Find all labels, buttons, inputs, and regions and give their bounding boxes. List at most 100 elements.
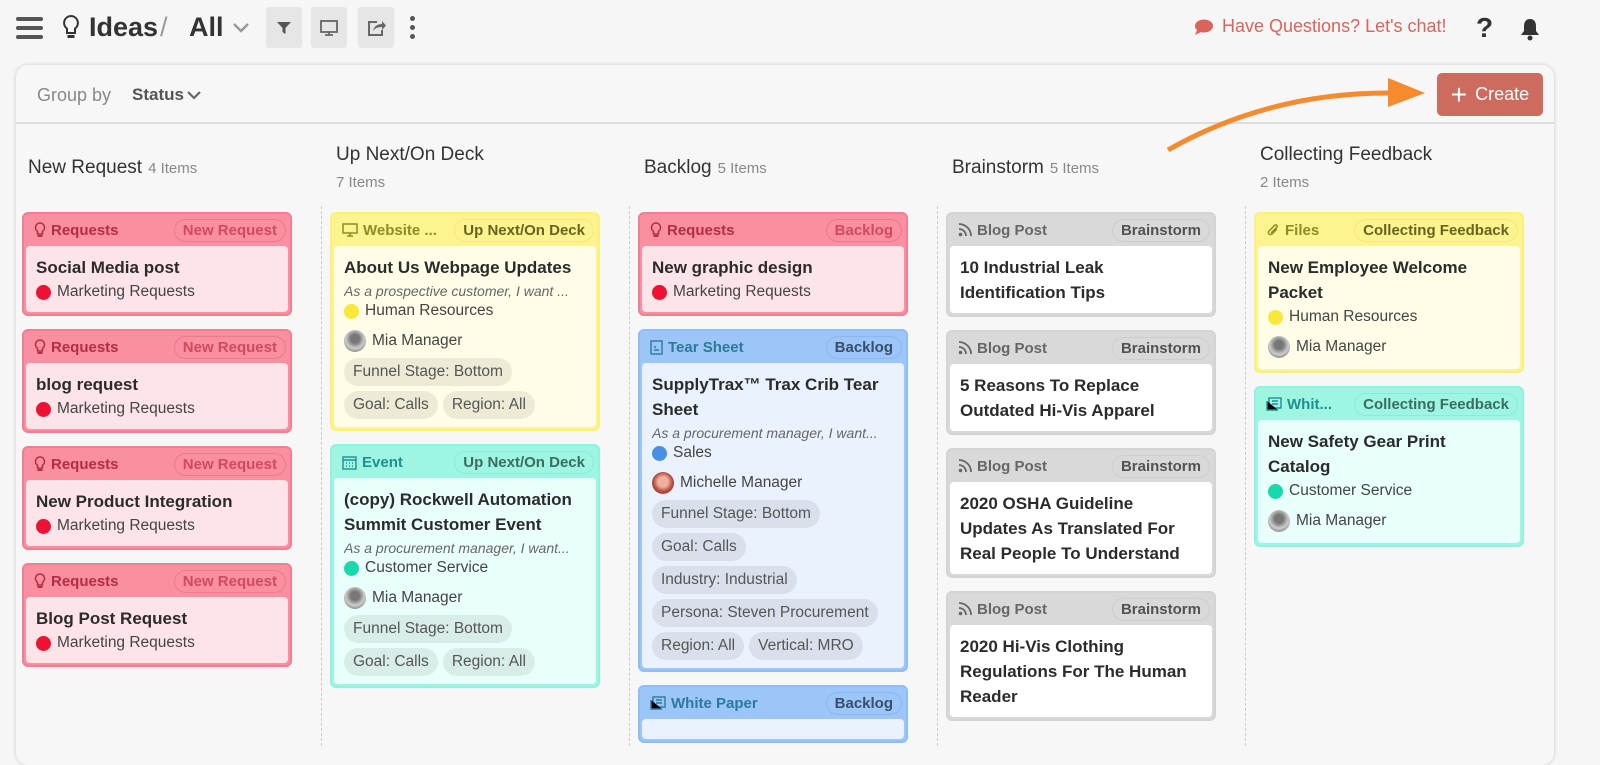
column-title: New Request [28,157,143,178]
lightbulb-icon [63,14,79,38]
card-type-label: Requests [51,455,119,473]
department: Marketing Requests [652,283,894,301]
idea-card[interactable]: Website ... Up Next/On Deck About Us Webpa… [330,212,600,431]
card-header: Requests New Request [26,214,288,246]
department-label: Human Resources [1289,308,1418,325]
card-title: About Us Webpage Updates [344,258,572,277]
menu-icon[interactable] [16,17,43,39]
top-bar: Ideas / All Have Questions? Let's chat! … [0,0,1600,58]
department-dot-icon [652,284,667,300]
idea-card[interactable]: Files Collecting Feedback New Employee Wel… [1254,212,1524,373]
card-type-label: Tear Sheet [668,338,744,356]
card-list: Requests Backlog New graphic design Marketi… [632,212,940,743]
card-type-label: Requests [51,221,119,239]
department-dot-icon [344,560,359,576]
tag[interactable]: Region: All [442,391,535,419]
card-title: 2020 OSHA Guideline Updates As Translate… [960,494,1180,563]
card-type-label: Blog Post [977,457,1047,475]
department-label: Marketing Requests [57,283,195,300]
tag[interactable]: Funnel Stage: Bottom [344,615,512,643]
rss-icon [958,459,972,473]
board-column: New Request 4 Items Requests New Request Soc… [16,126,324,746]
status-badge: New Request [173,569,286,593]
department: Marketing Requests [36,400,278,418]
department: Sales [652,444,894,462]
idea-card[interactable]: Blog Post Brainstorm 10 Industrial Leak Id… [946,212,1216,317]
tag[interactable]: Funnel Stage: Bottom [344,358,512,386]
group-by-select[interactable]: Status [132,85,201,105]
column-title: Backlog [644,157,712,178]
tag[interactable]: Goal: Calls [344,391,438,419]
department-dot-icon [1268,483,1283,499]
idea-card[interactable]: Requests New Request Social Media post Mark… [22,212,292,316]
create-button[interactable]: + Create [1437,73,1543,116]
breadcrumb-ideas[interactable]: Ideas [89,12,158,43]
status-badge: Backlog [825,335,902,359]
idea-card[interactable]: Tear Sheet Backlog SupplyTrax™ Trax Crib T… [638,329,908,672]
bulb-icon [34,573,46,589]
status-badge: Backlog [825,218,902,242]
card-body: New Employee Welcome Packet Human Resourc… [1258,246,1520,369]
doc-icon [650,339,663,355]
card-header: Whit... Collecting Feedback [1258,388,1520,420]
idea-card[interactable]: Whit... Collecting Feedback New Safety Gea… [1254,386,1524,547]
idea-card[interactable]: Requests New Request Blog Post Request Mark… [22,563,292,667]
column-header: Brainstorm 5 Items [940,126,1248,212]
card-list: Website ... Up Next/On Deck About Us Webpa… [324,212,632,688]
idea-card[interactable]: White Paper Backlog [638,685,908,743]
breadcrumb-view[interactable]: All [189,12,224,43]
more-options-icon[interactable] [410,16,416,39]
paper-icon [650,696,666,710]
card-body: 2020 Hi-Vis Clothing Regulations For The… [950,625,1212,717]
help-icon[interactable]: ? [1476,12,1493,44]
card-description: As a procurement manager, I want... [344,540,570,556]
present-button[interactable] [311,7,347,48]
paperclip-icon [1266,223,1280,238]
filter-button[interactable] [266,7,302,48]
card-type: Blog Post [958,340,1047,357]
idea-card[interactable]: Blog Post Brainstorm 5 Reasons To Replace … [946,330,1216,435]
department: Marketing Requests [36,517,278,535]
tag[interactable]: Goal: Calls [344,648,438,676]
idea-card[interactable]: Blog Post Brainstorm 2020 Hi-Vis Clothing … [946,591,1216,721]
tag[interactable]: Industry: Industrial [652,566,797,594]
paper-icon [1266,397,1282,411]
avatar [652,472,674,494]
card-body: New Product Integration Marketing Request… [26,480,288,546]
rss-icon [958,341,972,355]
idea-card[interactable]: Requests Backlog New graphic design Marketi… [638,212,908,316]
column-count: 7 Items [336,174,386,191]
column-count: 2 Items [1260,174,1310,191]
owner: Mia Manager [344,330,586,352]
card-list: Blog Post Brainstorm 10 Industrial Leak Id… [940,212,1248,721]
tag[interactable]: Region: All [652,632,745,660]
avatar [344,330,366,352]
tag[interactable]: Vertical: MRO [749,632,863,660]
card-header: Requests New Request [26,565,288,597]
breadcrumb-separator: / [160,12,168,42]
bell-icon[interactable] [1519,17,1541,41]
board-columns: New Request 4 Items Requests New Request Soc… [16,126,1554,746]
card-title: 10 Industrial Leak Identification Tips [960,258,1106,302]
card-header: Blog Post Brainstorm [950,214,1212,246]
idea-card[interactable]: Requests New Request blog request Marketing… [22,329,292,433]
card-type: Requests [34,456,119,473]
chat-link[interactable]: Have Questions? Let's chat! [1194,16,1447,37]
tag[interactable]: Persona: Steven Procurement [652,599,878,627]
department-dot-icon [36,401,51,417]
chevron-down-icon[interactable] [232,20,250,34]
card-title: New Safety Gear Print Catalog [1268,432,1446,476]
column-title: Up Next/On Deck [336,144,484,165]
tag[interactable]: Goal: Calls [652,533,746,561]
share-button[interactable] [358,7,394,48]
card-type: Blog Post [958,458,1047,475]
status-badge: Backlog [825,691,902,715]
idea-card[interactable]: Blog Post Brainstorm 2020 OSHA Guideline U… [946,448,1216,578]
owner: Mia Manager [344,587,586,609]
tag[interactable]: Funnel Stage: Bottom [652,500,820,528]
idea-card[interactable]: Requests New Request New Product Integrati… [22,446,292,550]
card-header: White Paper Backlog [642,687,904,719]
tag[interactable]: Region: All [442,648,535,676]
idea-card[interactable]: Event Up Next/On Deck (copy) Rockwell Auto… [330,444,600,688]
card-header: Requests Backlog [642,214,904,246]
